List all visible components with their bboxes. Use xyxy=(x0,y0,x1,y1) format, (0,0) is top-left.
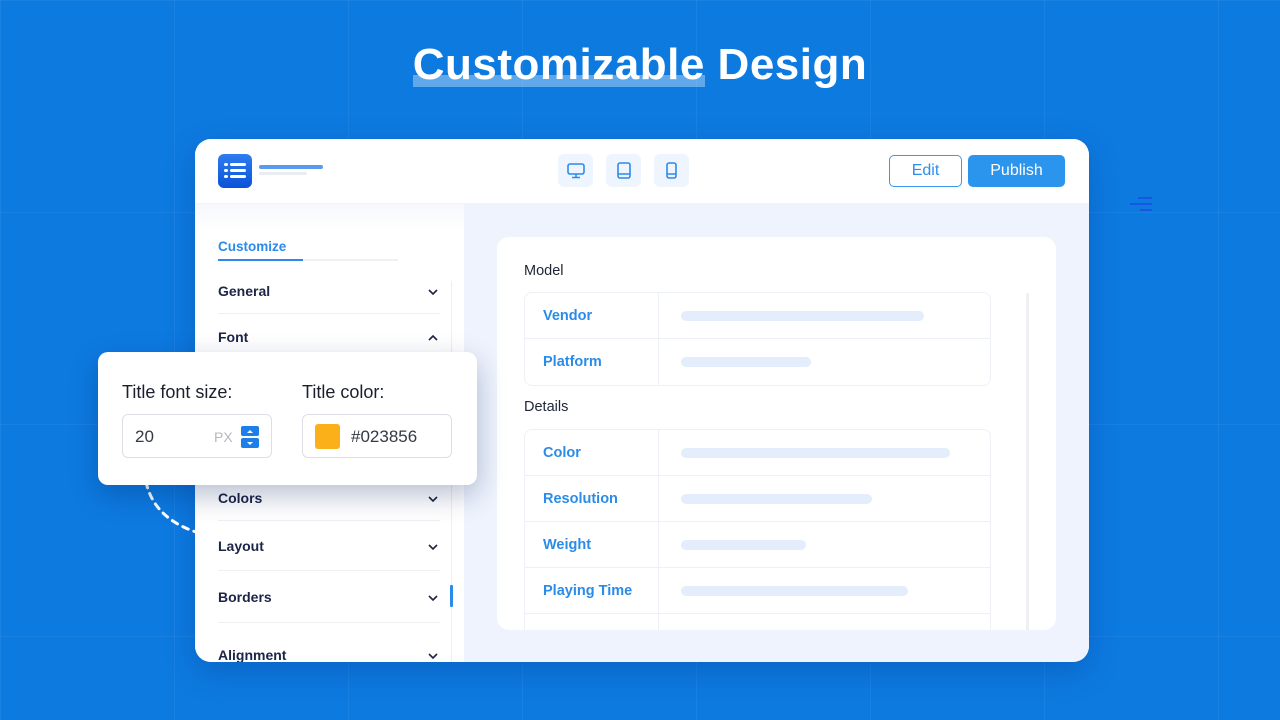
desktop-view-button[interactable] xyxy=(558,154,593,187)
section-title-model: Model xyxy=(524,263,564,279)
font-size-unit: PX xyxy=(214,429,233,445)
sidebar-scrollbar-thumb[interactable] xyxy=(450,585,453,607)
divider xyxy=(218,570,440,571)
row-key: Playing Time xyxy=(525,568,659,613)
row-key: Color xyxy=(525,430,659,475)
row-value-placeholder xyxy=(681,448,950,458)
hero-title: Customizable Design xyxy=(0,40,1280,90)
chevron-down-icon xyxy=(428,653,438,660)
chevron-down-icon xyxy=(428,544,438,551)
table-row: Color xyxy=(525,430,990,476)
divider xyxy=(218,313,440,314)
row-key: Platform xyxy=(525,339,659,385)
font-size-input[interactable]: 20 PX xyxy=(122,414,272,458)
decorative-lines-icon xyxy=(1128,197,1152,213)
row-key: Weight xyxy=(525,522,659,567)
divider xyxy=(218,520,440,521)
color-swatch[interactable] xyxy=(315,424,340,449)
tab-underline-active xyxy=(218,259,303,261)
table-row xyxy=(525,614,990,630)
hero-title-rest: Design xyxy=(704,40,868,89)
model-table: Vendor Platform xyxy=(524,292,991,386)
row-key: Resolution xyxy=(525,476,659,521)
row-value-placeholder xyxy=(681,586,908,596)
tab-customize[interactable]: Customize xyxy=(218,239,286,254)
title-color-label: Title color: xyxy=(302,382,385,402)
table-row: Platform xyxy=(525,339,990,385)
table-row: Weight xyxy=(525,522,990,568)
color-hex-value: #023856 xyxy=(351,427,418,446)
publish-button[interactable]: Publish xyxy=(968,155,1065,187)
caret-down-icon xyxy=(247,441,253,445)
preview-card: Model Vendor Platform Details Color Reso… xyxy=(497,237,1056,630)
section-title-details: Details xyxy=(524,399,569,415)
divider xyxy=(218,622,440,623)
mobile-view-button[interactable] xyxy=(654,154,689,187)
chevron-up-icon xyxy=(428,334,438,341)
preview-area: Model Vendor Platform Details Color Reso… xyxy=(464,203,1089,662)
list-icon xyxy=(218,154,252,188)
stepper-down-button[interactable] xyxy=(241,438,259,448)
accordion-general[interactable]: General xyxy=(218,283,440,303)
font-size-label: Title font size: xyxy=(122,382,233,402)
font-settings-popover: Title font size: 20 PX Title color: #023… xyxy=(98,352,477,485)
desktop-icon xyxy=(566,162,585,178)
chevron-down-icon xyxy=(428,289,438,296)
accordion-label: Layout xyxy=(218,538,264,554)
mobile-icon xyxy=(666,162,677,179)
accordion-font[interactable]: Font xyxy=(218,329,440,349)
hero-title-highlight: Customizable xyxy=(412,40,705,89)
accordion-label: Colors xyxy=(218,490,263,506)
accordion-layout[interactable]: Layout xyxy=(218,538,440,558)
row-key xyxy=(525,614,659,630)
tablet-view-button[interactable] xyxy=(606,154,641,187)
edit-button[interactable]: Edit xyxy=(889,155,962,187)
stepper-up-button[interactable] xyxy=(241,426,259,436)
app-subtitle-placeholder xyxy=(259,172,307,175)
table-row: Resolution xyxy=(525,476,990,522)
card-scrollbar[interactable] xyxy=(1026,293,1029,630)
toolbar: Edit Publish xyxy=(195,139,1089,203)
table-row: Playing Time xyxy=(525,568,990,614)
accordion-borders[interactable]: Borders xyxy=(218,589,440,609)
row-value-placeholder xyxy=(681,311,924,321)
row-key: Vendor xyxy=(525,293,659,338)
font-size-value: 20 xyxy=(135,427,154,446)
accordion-alignment[interactable]: Alignment xyxy=(218,647,440,662)
accordion-label: Borders xyxy=(218,589,272,605)
app-title-placeholder xyxy=(259,165,323,169)
title-color-input[interactable]: #023856 xyxy=(302,414,452,458)
row-value-placeholder xyxy=(681,357,811,367)
details-table: Color Resolution Weight Playing Time xyxy=(524,429,991,630)
chevron-down-icon xyxy=(428,595,438,602)
table-row: Vendor xyxy=(525,293,990,339)
accordion-label: Alignment xyxy=(218,647,287,662)
font-size-stepper[interactable] xyxy=(241,426,259,448)
row-value-placeholder xyxy=(681,540,806,550)
accordion-label: Font xyxy=(218,329,249,345)
accordion-label: General xyxy=(218,283,271,299)
tablet-icon xyxy=(616,162,631,179)
chevron-down-icon xyxy=(428,496,438,503)
caret-up-icon xyxy=(247,429,253,433)
accordion-colors[interactable]: Colors xyxy=(218,490,440,510)
row-value-placeholder xyxy=(681,494,872,504)
